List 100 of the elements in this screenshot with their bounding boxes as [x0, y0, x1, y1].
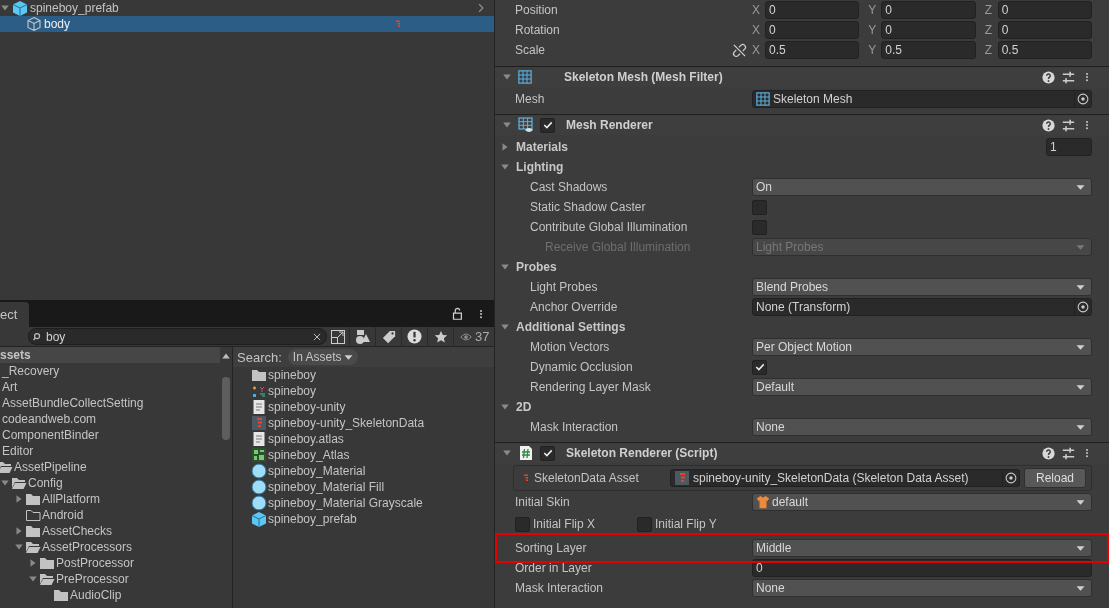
field-label: Dynamic Occlusion: [530, 360, 633, 374]
folder-item[interactable]: Config: [28, 476, 63, 490]
folder-item[interactable]: AssetPipeline: [14, 460, 87, 474]
folder-item[interactable]: AssetBundleCollectSetting: [2, 396, 144, 410]
window-icon[interactable]: [330, 328, 346, 345]
dropdown[interactable]: On: [752, 178, 1092, 196]
folder-item[interactable]: Editor: [2, 444, 34, 458]
checkbox[interactable]: [515, 516, 530, 532]
dropdown[interactable]: None: [752, 579, 1092, 597]
dropdown[interactable]: default: [752, 493, 1092, 511]
tree-row[interactable]: body: [0, 16, 494, 32]
tag-icon[interactable]: [381, 329, 396, 344]
eye-icon[interactable]: [458, 330, 474, 343]
asset-item[interactable]: spineboy: [268, 368, 317, 382]
sliders-icon[interactable]: [1062, 70, 1075, 84]
folder-item[interactable]: PreProcessor: [56, 572, 129, 586]
folder-item[interactable]: Android: [42, 508, 84, 522]
number-field[interactable]: 1: [1046, 138, 1092, 156]
asset-item[interactable]: spineboy_Material Fill: [268, 480, 385, 494]
folder-item[interactable]: PostProcessor: [56, 556, 135, 570]
folder-item[interactable]: AllPlatform: [42, 492, 100, 506]
target-icon[interactable]: [1005, 472, 1017, 484]
search-field[interactable]: boy: [28, 328, 327, 345]
caret-icon[interactable]: [500, 402, 510, 412]
dropdown[interactable]: Per Object Motion: [752, 338, 1092, 356]
sliders-icon[interactable]: [1062, 118, 1075, 132]
asset-item[interactable]: spineboy_prefab: [268, 512, 357, 526]
caret-icon[interactable]: [502, 72, 512, 82]
checkbox[interactable]: [637, 516, 652, 532]
caret-icon[interactable]: [0, 3, 10, 13]
number-field[interactable]: 0: [997, 21, 1092, 39]
asset-item[interactable]: spineboy-unity: [268, 400, 346, 414]
folder-item[interactable]: _Recovery: [2, 364, 60, 378]
asset-item[interactable]: spineboy_Material Grayscale: [268, 496, 423, 510]
number-field[interactable]: 0: [881, 21, 976, 39]
axis-label: Y: [868, 43, 878, 57]
field-label: Materials: [516, 140, 569, 154]
unlink-icon[interactable]: [732, 42, 747, 58]
dropdown[interactable]: Default: [752, 378, 1092, 396]
axis-label: X: [752, 23, 761, 37]
scope-dropdown[interactable]: In Assets: [287, 349, 358, 365]
target-icon[interactable]: [1077, 301, 1089, 313]
number-field[interactable]: 0: [997, 1, 1092, 19]
help-icon[interactable]: [1042, 70, 1055, 84]
checkbox[interactable]: [752, 359, 767, 375]
sliders-icon[interactable]: [1062, 446, 1075, 460]
component-header[interactable]: Skeleton Renderer (Script): [495, 442, 1109, 463]
component-title: Mesh Renderer: [566, 118, 653, 132]
caret-icon: [1076, 282, 1085, 292]
checkbox[interactable]: [540, 117, 555, 133]
caret-icon[interactable]: [502, 120, 512, 130]
grid-icon: [518, 70, 532, 84]
star-icon[interactable]: [433, 329, 448, 344]
chevron-right-icon[interactable]: [476, 2, 486, 14]
object-field[interactable]: spineboy-unity_SkeletonData (Skeleton Data Asset): [670, 469, 1020, 487]
number-field[interactable]: 0.5: [881, 41, 976, 59]
number-field[interactable]: 0: [765, 1, 860, 19]
number-field[interactable]: 0.5: [997, 41, 1092, 59]
axis-label: Z: [984, 23, 993, 37]
folder-item[interactable]: AssetProcessors: [42, 540, 133, 554]
reload-button[interactable]: Reload: [1024, 468, 1086, 488]
component-header[interactable]: Skeleton Mesh (Mesh Filter): [495, 66, 1109, 87]
asset-item[interactable]: spineboy_Atlas: [268, 448, 350, 462]
number-field[interactable]: 0: [765, 21, 860, 39]
caret-icon[interactable]: [500, 262, 510, 272]
object-field[interactable]: None (Transform): [752, 298, 1092, 316]
component-header[interactable]: Mesh Renderer: [495, 114, 1109, 135]
shapes-icon[interactable]: [354, 328, 371, 345]
asset-item[interactable]: spineboy-unity_SkeletonData: [268, 416, 425, 430]
asset-item[interactable]: spineboy: [268, 384, 317, 398]
checkbox-label: Initial Flip X: [533, 517, 596, 531]
close-icon[interactable]: [312, 331, 322, 342]
caret-icon[interactable]: [502, 448, 512, 458]
checkbox[interactable]: [752, 199, 767, 215]
scroll-up-icon[interactable]: [221, 351, 231, 361]
lock-icon[interactable]: [450, 306, 464, 321]
dropdown[interactable]: Blend Probes: [752, 278, 1092, 296]
folder-item[interactable]: AudioClip: [70, 588, 122, 602]
caret-icon[interactable]: [500, 322, 510, 332]
tree-header[interactable]: ssets: [0, 348, 31, 362]
number-field[interactable]: 0.5: [765, 41, 860, 59]
asset-item[interactable]: spineboy_Material: [268, 464, 366, 478]
number-field[interactable]: 0: [881, 1, 976, 19]
scrollbar-thumb[interactable]: [222, 377, 230, 440]
dropdown[interactable]: None: [752, 418, 1092, 436]
folder-item[interactable]: AssetChecks: [42, 524, 113, 538]
dropdown[interactable]: Middle: [752, 539, 1092, 557]
help-icon[interactable]: [1042, 118, 1055, 132]
warning-icon[interactable]: [407, 329, 422, 344]
panel-tab[interactable]: ect: [0, 302, 30, 327]
target-icon[interactable]: [1077, 93, 1089, 105]
field-label: Rendering Layer Mask: [530, 380, 651, 394]
checkbox[interactable]: [752, 219, 767, 235]
asset-item[interactable]: spineboy.atlas: [268, 432, 344, 446]
object-field[interactable]: Skeleton Mesh: [752, 90, 1092, 108]
checkbox[interactable]: [540, 445, 555, 461]
folder-item[interactable]: ComponentBinder: [2, 428, 99, 442]
folder-item[interactable]: codeandweb.com: [2, 412, 97, 426]
help-icon[interactable]: [1042, 446, 1055, 460]
folder-item[interactable]: Art: [2, 380, 18, 394]
